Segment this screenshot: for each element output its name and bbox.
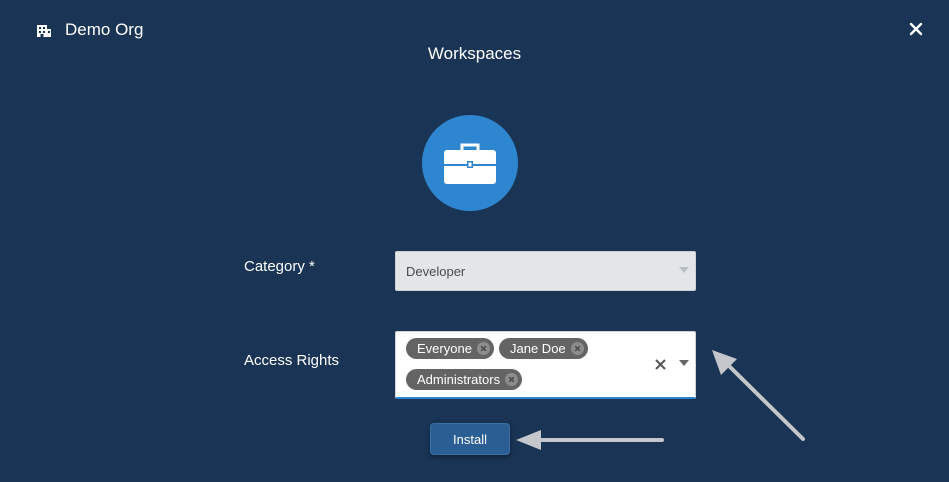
- chevron-down-icon[interactable]: [679, 360, 689, 366]
- remove-tag-icon[interactable]: [570, 342, 584, 355]
- org-header: Demo Org: [36, 20, 143, 40]
- category-label: Category *: [244, 258, 315, 275]
- tag-label: Everyone: [417, 341, 472, 356]
- category-value: Developer: [406, 264, 466, 279]
- tag-everyone: Everyone: [406, 338, 494, 359]
- arrow-pointing-to-install: [516, 430, 664, 450]
- tag-administrators: Administrators: [406, 369, 523, 390]
- tag-label: Administrators: [417, 372, 501, 387]
- remove-tag-icon[interactable]: [505, 373, 519, 386]
- category-select[interactable]: Developer: [395, 251, 696, 291]
- building-icon: [37, 25, 51, 37]
- install-button[interactable]: Install: [430, 423, 510, 455]
- tag-label: Jane Doe: [510, 341, 566, 356]
- close-icon: [909, 22, 923, 36]
- workspace-app-icon: [422, 115, 518, 211]
- remove-tag-icon[interactable]: [476, 342, 490, 355]
- tag-jane-doe: Jane Doe: [499, 338, 588, 359]
- access-rights-label: Access Rights: [244, 352, 340, 369]
- arrow-pointing-to-access-rights: [712, 350, 805, 441]
- page-title: Workspaces: [427, 44, 522, 63]
- clear-all-icon[interactable]: [655, 359, 666, 370]
- close-button[interactable]: [909, 22, 923, 36]
- org-name: Demo Org: [65, 20, 144, 39]
- chevron-down-icon[interactable]: [679, 267, 689, 273]
- briefcase-icon: [444, 143, 496, 184]
- access-rights-multiselect[interactable]: Everyone Jane Doe Administrators: [395, 331, 696, 399]
- annotation-arrows: [516, 350, 805, 450]
